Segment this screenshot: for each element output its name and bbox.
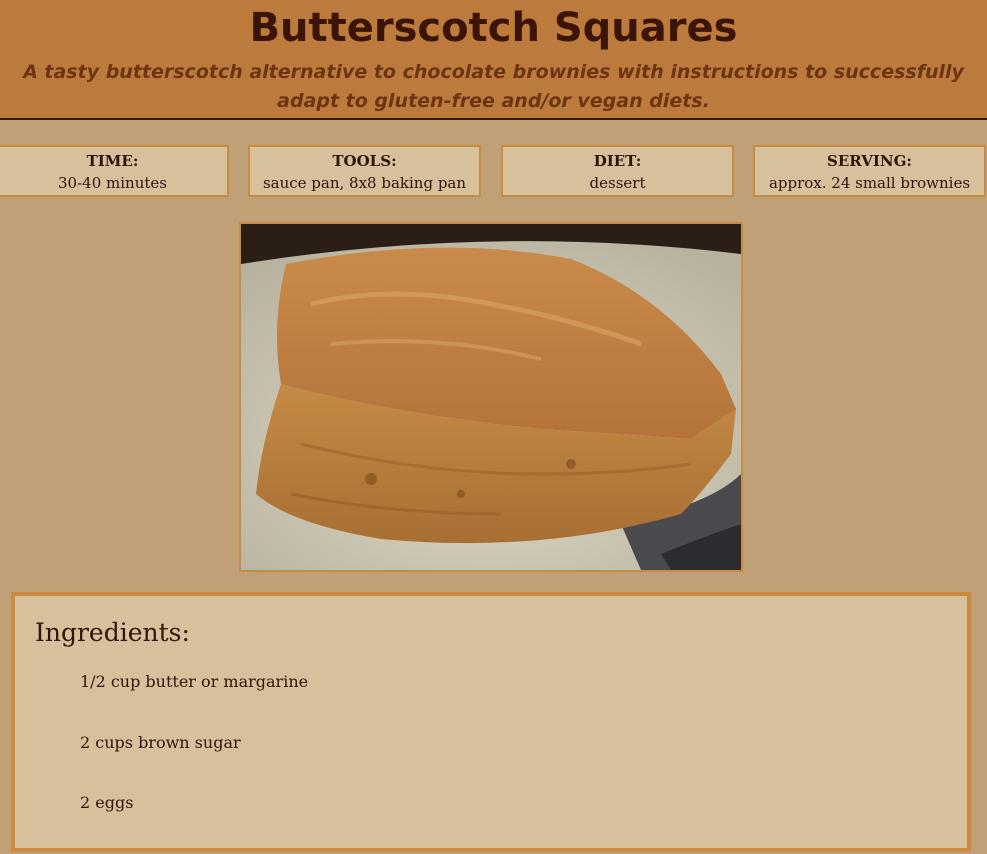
info-box-serving: SERVING: approx. 24 small brownies (753, 145, 986, 197)
ingredient-item: 1/2 cup butter or margarine (80, 672, 309, 691)
info-label-time: TIME: (86, 152, 139, 170)
ingredients-title: Ingredients: (35, 618, 190, 647)
info-box-tools: TOOLS: sauce pan, 8x8 baking pan (248, 145, 481, 197)
ingredients-section: Ingredients: 1/2 cup butter or margarine… (11, 592, 971, 852)
ingredients-list: 1/2 cup butter or margarine 2 cups brown… (80, 672, 308, 854)
info-label-serving: SERVING: (827, 152, 912, 170)
info-value-tools: sauce pan, 8x8 baking pan (262, 174, 467, 192)
info-value-serving: approx. 24 small brownies (768, 174, 971, 192)
ingredient-item: 2 cups brown sugar (80, 732, 241, 752)
page-header: Butterscotch Squares A tasty butterscotc… (0, 0, 987, 120)
info-box-diet: DIET: dessert (501, 145, 734, 197)
butterscotch-square-photo (239, 222, 743, 572)
info-value-time: 30-40 minutes (58, 174, 167, 192)
info-label-diet: DIET: (593, 152, 642, 170)
page-title: Butterscotch Squares (249, 5, 738, 51)
page-subtitle: A tasty butterscotch alternative to choc… (23, 61, 964, 112)
ingredient-item: 2 eggs (80, 793, 134, 812)
info-value-diet: dessert (589, 174, 646, 192)
info-label-tools: TOOLS: (332, 152, 397, 170)
info-box-time: TIME: 30-40 minutes (0, 145, 229, 197)
